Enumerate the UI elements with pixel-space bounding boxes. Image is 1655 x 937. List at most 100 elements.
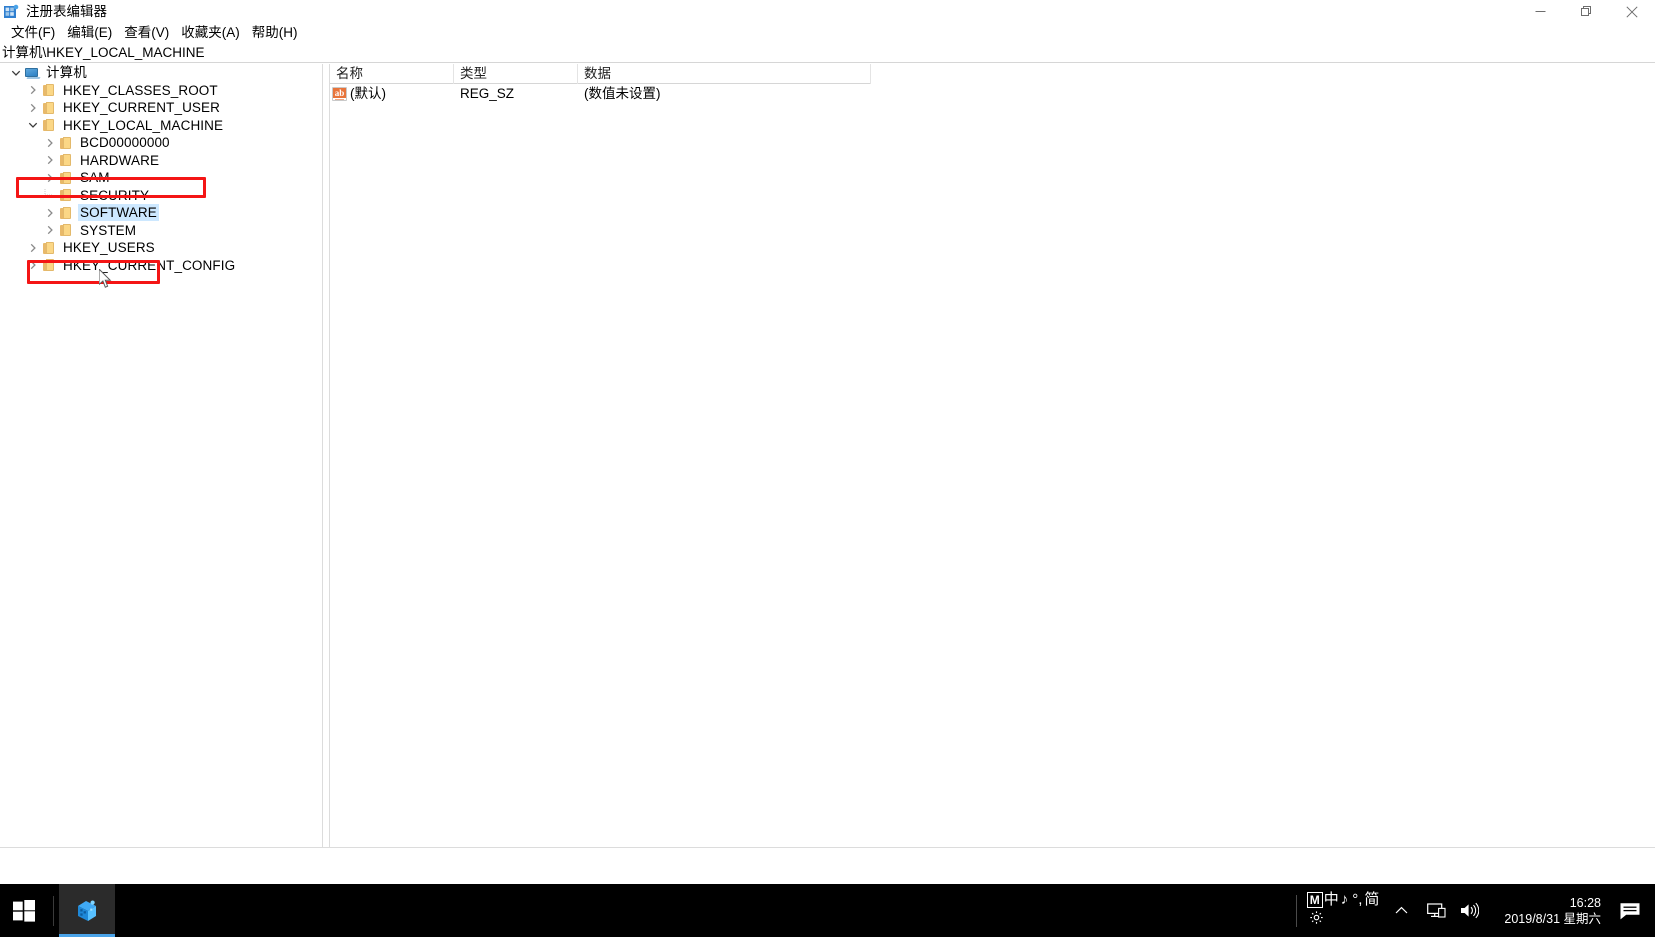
tree-item-label: SAM	[80, 170, 110, 186]
registry-editor-window: 注册表编辑器 文件(F) 编辑(E) 查看(V) 收藏夹(A) 帮助(H) 计算…	[0, 0, 1655, 937]
ime-indicator[interactable]: M 中 ♪ °, 简	[1306, 891, 1379, 930]
menu-help[interactable]: 帮助(H)	[246, 24, 304, 43]
gear-icon	[1310, 911, 1323, 924]
tree-item-label: SYSTEM	[80, 222, 137, 238]
folder-icon	[41, 257, 57, 273]
tree-item-label: HKEY_CLASSES_ROOT	[63, 82, 218, 98]
tree-item-bcd00000000[interactable]: BCD00000000	[0, 134, 322, 152]
network-icon[interactable]	[1420, 902, 1453, 919]
taskbar-app-regedit[interactable]	[59, 884, 115, 937]
window-title: 注册表编辑器	[26, 3, 107, 19]
window-controls	[1517, 0, 1655, 23]
windows-logo-icon	[13, 899, 35, 922]
tree-item-hkey-classes-root[interactable]: HKEY_CLASSES_ROOT	[0, 82, 322, 100]
tree-item--[interactable]: 计算机	[0, 64, 322, 82]
tree-item-label: HKEY_CURRENT_CONFIG	[63, 257, 236, 273]
tree-item-hkey-local-machine[interactable]: HKEY_LOCAL_MACHINE	[0, 117, 322, 135]
folder-icon	[41, 117, 57, 133]
cell-data: (数值未设置)	[584, 85, 661, 101]
ime-symbol-icon[interactable]: °,	[1350, 891, 1364, 909]
action-center-button[interactable]	[1615, 901, 1655, 921]
registry-editor-icon	[3, 4, 19, 20]
list-column-headers: 名称 类型 数据	[330, 64, 871, 84]
chevron-down-icon[interactable]	[25, 117, 41, 134]
tree-item-label: HKEY_LOCAL_MACHINE	[63, 117, 224, 133]
folder-icon	[58, 170, 74, 186]
address-bar[interactable]: 计算机\HKEY_LOCAL_MACHINE	[0, 43, 1655, 63]
chevron-right-icon[interactable]	[42, 134, 58, 151]
menu-view[interactable]: 查看(V)	[118, 24, 175, 43]
chevron-right-icon[interactable]	[42, 222, 58, 239]
tree-item-hkey-current-config[interactable]: HKEY_CURRENT_CONFIG	[0, 257, 322, 275]
menu-favorites[interactable]: 收藏夹(A)	[175, 24, 246, 43]
pane-splitter[interactable]	[322, 64, 330, 847]
clock[interactable]: 16:28 2019/8/31 星期六	[1486, 895, 1615, 927]
cell-type: REG_SZ	[460, 85, 515, 101]
chevron-right-icon[interactable]	[42, 169, 58, 186]
system-tray: M 中 ♪ °, 简 16:28 2019/8/31 星期六	[1295, 884, 1655, 937]
ime-language-label[interactable]: 中	[1324, 891, 1339, 909]
values-list: ab (默认) REG_SZ (数值未设置)	[330, 84, 1655, 103]
tree-item-security[interactable]: SECURITY	[0, 187, 322, 205]
notification-icon	[1620, 902, 1640, 919]
chevron-right-icon[interactable]	[25, 257, 41, 274]
tree-item-hardware[interactable]: HARDWARE	[0, 152, 322, 170]
main-content: 计算机 HKEY_CLASSES_ROOT HKEY_CURRENT_USER HKE…	[0, 64, 1655, 847]
cell-name: ab (默认)	[330, 85, 454, 103]
folder-icon	[41, 100, 57, 116]
chevron-right-icon[interactable]	[42, 152, 58, 169]
table-row[interactable]: ab (默认) REG_SZ (数值未设置)	[330, 84, 1655, 103]
tree-item-label: HKEY_CURRENT_USER	[63, 100, 220, 116]
tree-item-system[interactable]: SYSTEM	[0, 222, 322, 240]
tree-item-label: SECURITY	[80, 187, 150, 203]
tree-item-software[interactable]: SOFTWARE	[0, 204, 322, 222]
minimize-button[interactable]	[1517, 0, 1563, 23]
tree-connector	[42, 187, 58, 204]
ime-script-label[interactable]: 简	[1364, 891, 1379, 909]
chevron-up-icon	[1395, 906, 1408, 914]
menu-edit[interactable]: 编辑(E)	[61, 24, 118, 43]
computer-icon	[24, 65, 41, 81]
chevron-right-icon[interactable]	[25, 99, 41, 116]
ime-settings-button[interactable]	[1309, 910, 1324, 930]
folder-icon	[58, 222, 74, 238]
registry-tree: 计算机 HKEY_CLASSES_ROOT HKEY_CURRENT_USER HKE…	[0, 64, 322, 274]
folder-icon	[58, 135, 74, 151]
registry-tree-pane[interactable]: 计算机 HKEY_CLASSES_ROOT HKEY_CURRENT_USER HKE…	[0, 64, 322, 847]
values-list-pane[interactable]: 名称 类型 数据 ab (默认) REG_SZ (数值未设置)	[330, 64, 1655, 847]
tree-item-hkey-users[interactable]: HKEY_USERS	[0, 239, 322, 257]
folder-icon	[58, 152, 74, 168]
taskbar-separator	[53, 895, 54, 926]
tree-item-hkey-current-user[interactable]: HKEY_CURRENT_USER	[0, 99, 322, 117]
clock-date: 2019/8/31 星期六	[1504, 911, 1601, 926]
registry-editor-icon	[74, 898, 100, 924]
chevron-right-icon[interactable]	[25, 82, 41, 99]
value-name: (默认)	[350, 85, 386, 101]
string-value-icon: ab	[332, 86, 347, 101]
ime-status-row: M 中 ♪ °, 简	[1306, 891, 1379, 909]
chevron-down-icon[interactable]	[8, 64, 24, 81]
start-button[interactable]	[0, 884, 48, 937]
speaker-icon[interactable]	[1453, 902, 1486, 919]
folder-icon	[41, 82, 57, 98]
chevron-right-icon[interactable]	[25, 239, 41, 256]
tree-item-label: SOFTWARE	[78, 204, 159, 222]
tree-item-label: 计算机	[46, 65, 87, 81]
tree-item-sam[interactable]: SAM	[0, 169, 322, 187]
column-header-type[interactable]: 类型	[454, 64, 578, 84]
close-button[interactable]	[1609, 0, 1655, 23]
ime-music-icon[interactable]: ♪	[1339, 891, 1351, 909]
menu-file[interactable]: 文件(F)	[5, 24, 61, 43]
taskbar: M 中 ♪ °, 简 16:28 2019/8/31 星期六	[0, 884, 1655, 937]
title-bar[interactable]: 注册表编辑器	[0, 0, 1655, 23]
folder-icon	[58, 187, 74, 203]
show-hidden-icons-button[interactable]	[1383, 903, 1420, 918]
column-header-name[interactable]: 名称	[330, 64, 454, 84]
column-header-data[interactable]: 数据	[578, 64, 871, 84]
ime-mode-icon[interactable]: M	[1306, 892, 1323, 908]
restore-button[interactable]	[1563, 0, 1609, 23]
tray-separator	[1295, 894, 1297, 927]
tree-item-label: HARDWARE	[80, 152, 160, 168]
chevron-right-icon[interactable]	[42, 204, 58, 221]
folder-icon	[58, 205, 74, 221]
